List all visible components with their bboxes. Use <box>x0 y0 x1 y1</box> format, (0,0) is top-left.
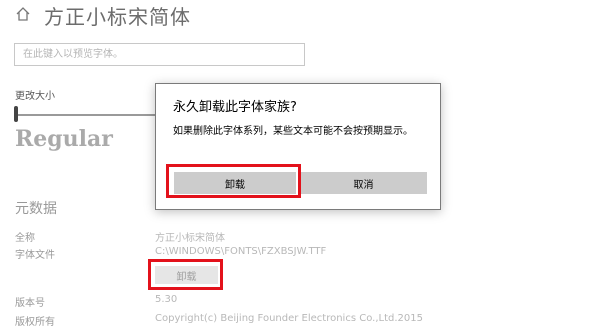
size-slider-track[interactable] <box>15 114 161 116</box>
version-label: 版本号 <box>15 298 45 309</box>
page-title: 方正小标宋简体 <box>44 5 191 29</box>
highlight-box <box>148 259 223 290</box>
version-value: 5.30 <box>155 294 178 305</box>
preview-text-input[interactable] <box>14 43 305 66</box>
metadata-heading: 元数据 <box>15 201 57 217</box>
copyright-value: Copyright(c) Beijing Founder Electronics… <box>155 313 423 324</box>
dialog-message: 如果删除此字体系列，某些文本可能不会按预期显示。 <box>173 126 413 137</box>
dialog-title: 永久卸载此字体家族? <box>173 100 297 115</box>
copyright-label: 版权所有 <box>15 317 55 328</box>
font-style-sample: Regular <box>15 126 113 152</box>
font-file-value: C:\WINDOWS\FONTS\FZXBSJW.TTF <box>155 246 327 257</box>
fullname-value: 方正小标宋简体 <box>155 233 225 244</box>
highlight-box <box>166 164 301 198</box>
font-file-label: 字体文件 <box>15 250 55 261</box>
size-label: 更改大小 <box>15 91 55 102</box>
dialog-cancel-button[interactable]: 取消 <box>300 172 427 194</box>
size-slider-thumb[interactable] <box>14 106 18 122</box>
home-icon[interactable] <box>15 6 31 22</box>
fullname-label: 全称 <box>15 233 35 244</box>
